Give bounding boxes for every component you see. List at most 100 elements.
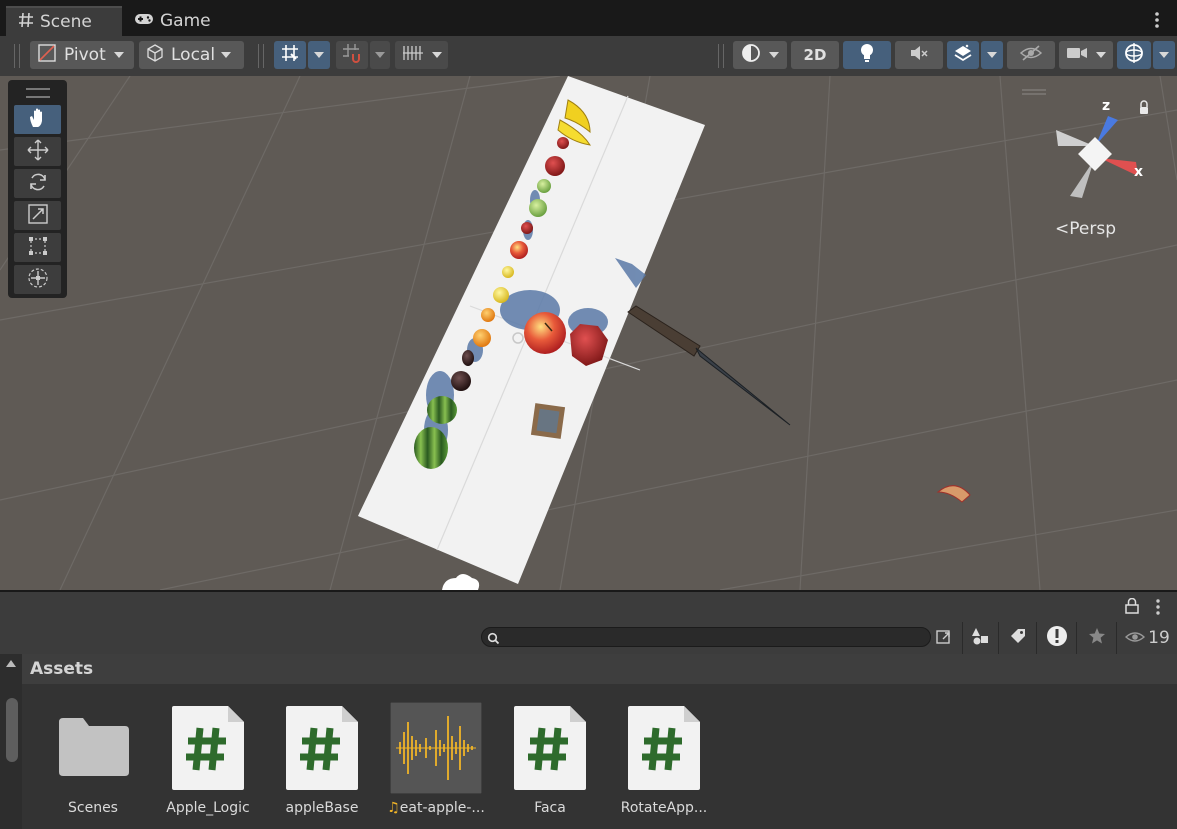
chevron-down-icon — [769, 52, 779, 58]
draw-mode-dropdown[interactable] — [733, 41, 787, 69]
vertical-scrollbar[interactable] — [0, 654, 22, 829]
scene-render — [0, 76, 1177, 590]
projection-toggle[interactable]: <Persp — [1055, 219, 1116, 239]
increment-snap-button[interactable] — [336, 41, 368, 69]
folder-icon — [57, 716, 131, 782]
asset-item-script[interactable]: Apple_Logic — [148, 700, 268, 829]
transform-icon — [27, 267, 49, 293]
hidden-packages-toggle[interactable]: 19 — [1116, 622, 1177, 654]
asset-name: Apple_Logic — [166, 800, 250, 816]
rect-tool-button[interactable] — [14, 233, 61, 262]
rotate-icon — [27, 171, 49, 197]
move-tool-button[interactable] — [14, 137, 61, 166]
lighting-toggle[interactable] — [843, 41, 891, 69]
scrollbar-thumb[interactable] — [6, 698, 18, 762]
scale-tool-button[interactable] — [14, 201, 61, 230]
scroll-up-arrow[interactable] — [6, 660, 16, 667]
gamepad-icon — [134, 11, 160, 31]
chevron-left-icon: < — [1055, 219, 1070, 239]
tab-scene-label: Scene — [40, 12, 92, 32]
grid-snap-dropdown[interactable] — [308, 41, 330, 69]
csharp-script-icon — [514, 706, 586, 790]
breadcrumb[interactable]: Assets — [22, 654, 1177, 684]
asset-name: eat-apple-... — [399, 800, 485, 816]
asset-item-script[interactable]: RotateApp... — [604, 700, 724, 829]
chevron-down-icon — [221, 52, 232, 58]
move-arrows-icon — [27, 139, 49, 165]
asset-name-row: ♫eat-apple-... — [376, 800, 496, 816]
rotate-tool-button[interactable] — [14, 169, 61, 198]
hand-tool-button[interactable] — [14, 105, 61, 134]
search-by-type-icon[interactable] — [929, 626, 959, 650]
asset-name: Scenes — [68, 800, 118, 816]
filter-by-log-button[interactable] — [1036, 622, 1077, 654]
asset-name: RotateApp... — [620, 800, 708, 816]
chevron-down-icon — [1159, 52, 1169, 58]
csharp-script-icon — [628, 706, 700, 790]
tab-game[interactable]: Game — [134, 6, 234, 36]
asset-name: Faca — [534, 800, 566, 816]
ruler-icon — [402, 43, 424, 68]
asset-item-script[interactable]: appleBase — [262, 700, 382, 829]
effects-dropdown[interactable] — [981, 41, 1003, 69]
tab-scene[interactable]: Scene — [6, 6, 122, 36]
toolbar-grip[interactable] — [14, 44, 20, 68]
visible-count: 19 — [1148, 628, 1170, 648]
more-options-icon[interactable] — [1152, 10, 1162, 30]
camera-icon — [1066, 45, 1088, 66]
pivot-icon — [38, 43, 56, 67]
scene-viewport[interactable]: z x — [0, 76, 1177, 590]
scene-toolbar: Pivot Local 2D — [0, 36, 1177, 77]
local-dropdown[interactable]: Local — [139, 41, 244, 69]
asset-item-folder[interactable]: Scenes — [33, 700, 153, 829]
scale-icon — [27, 203, 49, 229]
hidden-objects-toggle[interactable] — [1007, 41, 1055, 69]
project-panel-header — [0, 592, 1177, 622]
favorites-button[interactable] — [1076, 622, 1117, 654]
palette-grip[interactable] — [26, 88, 50, 98]
rect-transform-icon — [27, 235, 49, 261]
chevron-down-icon — [1096, 52, 1106, 58]
eye-icon — [1125, 629, 1146, 648]
tab-game-label: Game — [160, 11, 211, 31]
pivot-dropdown[interactable]: Pivot — [30, 41, 134, 69]
transform-tool-button[interactable] — [14, 265, 61, 294]
lock-icon[interactable] — [1125, 597, 1139, 618]
toolbar-grip[interactable] — [258, 44, 264, 68]
filter-by-label-button[interactable] — [998, 622, 1037, 654]
tag-icon — [1009, 627, 1027, 649]
snap-settings-dropdown[interactable] — [395, 41, 448, 69]
star-icon — [1088, 627, 1106, 649]
tool-palette — [8, 80, 67, 298]
orientation-gizmo[interactable] — [1056, 116, 1138, 198]
asset-item-script[interactable]: Faca — [490, 700, 610, 829]
toggle-2d-label: 2D — [803, 46, 827, 64]
gizmo-x-label: x — [1134, 164, 1144, 180]
audio-toggle[interactable] — [895, 41, 943, 69]
gizmos-toggle[interactable] — [1117, 41, 1151, 69]
shapes-icon — [971, 627, 991, 649]
search-input[interactable] — [481, 627, 931, 647]
eye-slash-icon — [1019, 44, 1043, 67]
more-options-icon[interactable] — [1153, 598, 1163, 620]
hand-icon — [27, 107, 49, 133]
pivot-label: Pivot — [64, 45, 106, 65]
magnet-grid-icon — [341, 42, 363, 69]
increment-snap-dropdown[interactable] — [370, 41, 390, 69]
gizmos-dropdown[interactable] — [1153, 41, 1175, 69]
lightbulb-icon — [859, 43, 875, 68]
camera-settings-dropdown[interactable] — [1059, 41, 1113, 69]
search-icon — [487, 630, 500, 649]
local-label: Local — [171, 45, 216, 65]
toolbar-grip[interactable] — [718, 44, 724, 68]
music-note-icon: ♫ — [387, 800, 400, 816]
effects-toggle[interactable] — [947, 41, 979, 69]
layers-icon — [953, 43, 973, 68]
filter-by-type-button[interactable] — [962, 622, 999, 654]
asset-item-audio[interactable]: ♫eat-apple-... — [376, 700, 496, 829]
chevron-down-icon — [375, 52, 385, 58]
grid-snap-button[interactable] — [274, 41, 306, 69]
toggle-2d-button[interactable]: 2D — [791, 41, 839, 69]
chevron-down-icon — [314, 52, 324, 58]
chevron-down-icon — [431, 52, 442, 58]
